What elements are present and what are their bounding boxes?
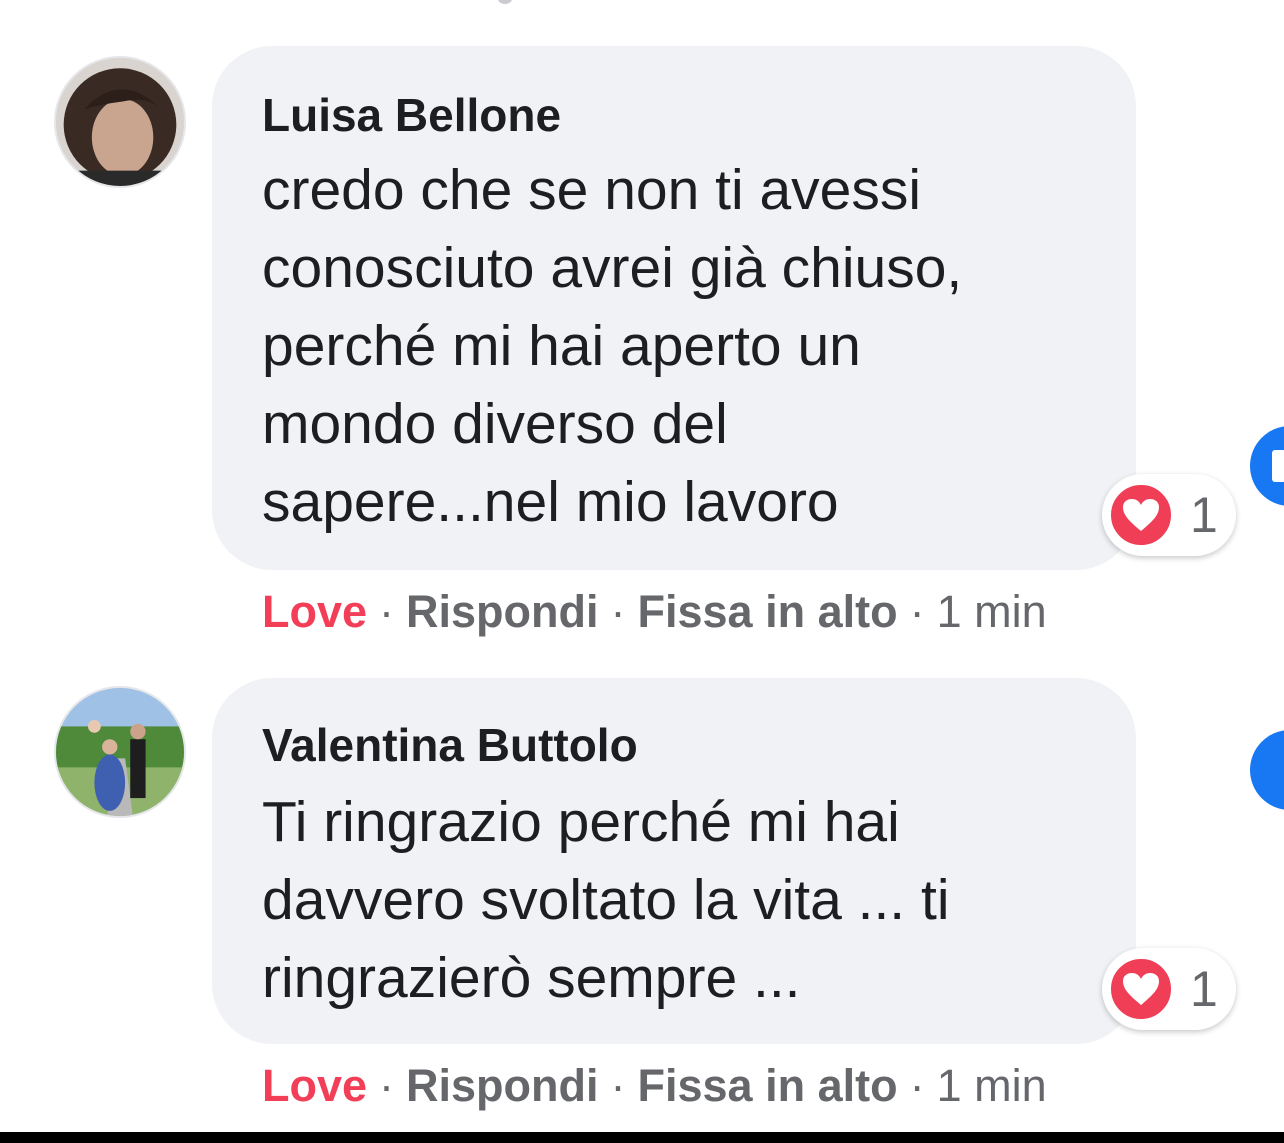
comment-timestamp[interactable]: 1 min (937, 589, 1047, 634)
reaction-summary[interactable]: 1 (1102, 474, 1236, 556)
love-reaction-link[interactable]: Love (262, 1063, 367, 1108)
comment-text-line: mondo diverso del (262, 392, 728, 456)
comment-author[interactable]: Valentina Buttolo (262, 722, 638, 768)
comment-text-line: credo che se non ti avessi (262, 158, 922, 222)
like-icon[interactable] (1250, 730, 1284, 810)
bottom-edge-bar (0, 1132, 1284, 1143)
separator-dot: · (909, 1060, 925, 1111)
heart-icon (1108, 482, 1174, 548)
profile-photo-icon (56, 688, 184, 816)
love-reaction-link[interactable]: Love (262, 589, 367, 634)
pin-link[interactable]: Fissa in alto (638, 589, 898, 634)
separator-dot: · (610, 586, 626, 637)
avatar-luisa-bellone[interactable] (54, 56, 186, 188)
comment-text-line: Ti ringrazio perché mi hai (262, 790, 900, 854)
previous-content-fragment (498, 0, 512, 4)
comment-timestamp[interactable]: 1 min (937, 1063, 1047, 1108)
reaction-count: 1 (1190, 487, 1218, 543)
separator-dot: · (909, 586, 925, 637)
avatar-valentina-buttolo[interactable] (54, 686, 186, 818)
like-icon[interactable] (1250, 426, 1284, 506)
separator-dot: · (379, 1060, 395, 1111)
reply-link[interactable]: Rispondi (406, 1063, 598, 1108)
comment-text-line: sapere...nel mio lavoro (262, 470, 839, 534)
heart-icon (1108, 956, 1174, 1022)
comment-thread: Luisa Bellone credo che se non ti avessi… (0, 0, 1284, 1143)
comment-author[interactable]: Luisa Bellone (262, 92, 561, 138)
profile-photo-icon (56, 58, 184, 186)
comment-actions: Love · Rispondi · Fissa in alto · 1 min (262, 1063, 1047, 1108)
reply-link[interactable]: Rispondi (406, 589, 598, 634)
separator-dot: · (379, 586, 395, 637)
comment-actions: Love · Rispondi · Fissa in alto · 1 min (262, 589, 1047, 634)
comment-text-line: ringrazierò sempre ... (262, 946, 801, 1010)
comment-text-line: conosciuto avrei già chiuso, (262, 236, 963, 300)
comment-text-line: davvero svoltato la vita ... ti (262, 868, 950, 932)
separator-dot: · (610, 1060, 626, 1111)
comment-text-line: perché mi hai aperto un (262, 314, 861, 378)
pin-link[interactable]: Fissa in alto (638, 1063, 898, 1108)
reaction-summary[interactable]: 1 (1102, 948, 1236, 1030)
reaction-count: 1 (1190, 961, 1218, 1017)
